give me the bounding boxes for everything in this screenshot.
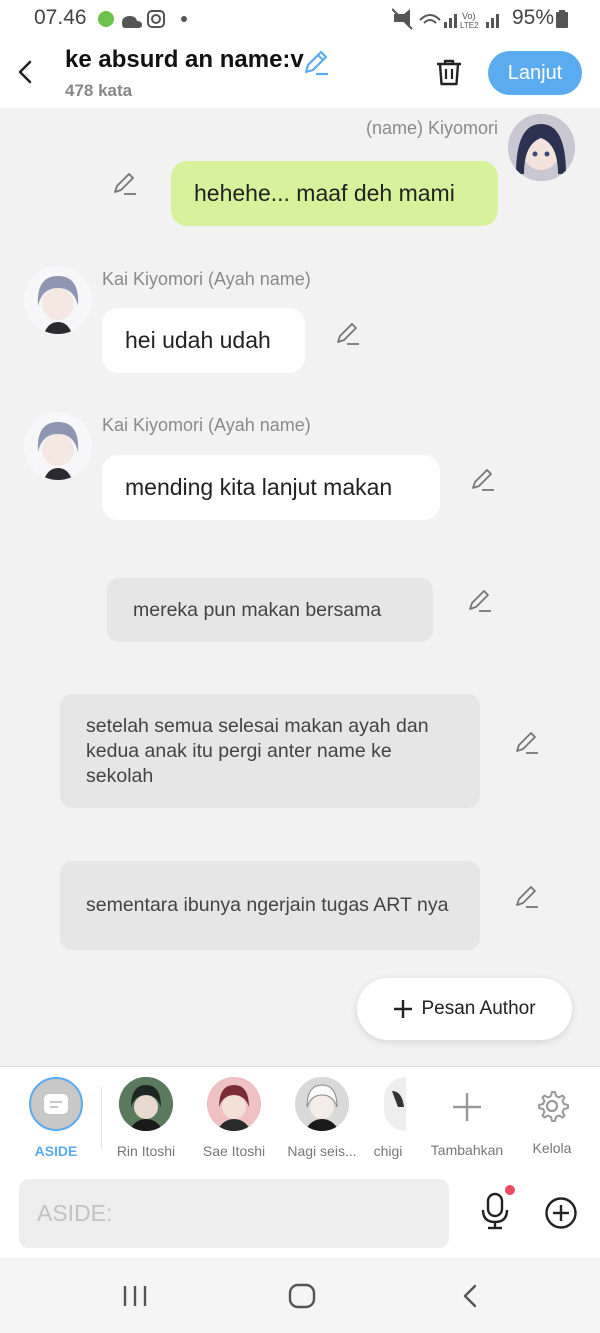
sender-name: (name) Kiyomori [365, 118, 498, 138]
divider [101, 1087, 102, 1149]
avatar [384, 1077, 406, 1131]
edit-message-icon[interactable] [112, 170, 138, 196]
plus-icon [394, 1000, 413, 1018]
character-label: Sae Itoshi [202, 1143, 266, 1159]
notification-icons [98, 10, 187, 28]
edit-message-icon[interactable] [335, 320, 361, 346]
word-count: 478 kata [65, 81, 133, 100]
story-title: ke absurd an name:v [65, 46, 304, 73]
edit-title-icon[interactable] [302, 48, 330, 76]
character-sae-itoshi[interactable]: Sae Itoshi [194, 1077, 274, 1159]
avatar[interactable] [24, 266, 92, 334]
battery-icon [556, 10, 568, 28]
avatar [207, 1077, 261, 1131]
manage-label: Kelola [532, 1140, 572, 1156]
narration-bubble[interactable]: setelah semua selesai makan ayah dan ked… [60, 694, 480, 808]
svg-text:Vo): Vo) [462, 11, 476, 21]
edit-message-icon[interactable] [470, 466, 496, 492]
character-chigi[interactable]: chigi [348, 1077, 428, 1159]
avatar[interactable] [24, 412, 92, 480]
plus-icon [453, 1093, 481, 1121]
message-bubble[interactable]: mending kita lanjut makan [102, 455, 440, 520]
add-character-button[interactable]: Tambahkan [427, 1077, 507, 1158]
message-bubble[interactable]: hehehe... maaf deh mami [171, 161, 498, 226]
add-label: Tambahkan [430, 1142, 504, 1158]
back-arrow-icon[interactable] [14, 58, 38, 86]
manage-button[interactable]: Kelola [512, 1077, 592, 1156]
svg-text:LTE2: LTE2 [460, 21, 479, 30]
battery-level: 95% [512, 6, 555, 29]
author-message-label: Pesan Author [421, 998, 536, 1019]
app-header: ke absurd an name:v 478 kata Lanjut [0, 38, 600, 108]
message-bubble[interactable]: hei udah udah [102, 308, 305, 373]
avatar [295, 1077, 349, 1131]
home-icon[interactable] [288, 1283, 316, 1309]
narration-icon [44, 1094, 68, 1114]
sender-name: Kai Kiyomori (Ayah name) [102, 269, 311, 289]
microphone-icon[interactable] [479, 1184, 515, 1232]
aside-avatar [29, 1077, 83, 1131]
connectivity-icons: Vo) LTE2 [392, 8, 499, 30]
narration-bubble[interactable]: sementara ibunya ngerjain tugas ART nya [60, 861, 480, 950]
status-bar: 07.46 Vo) LTE2 95% [0, 0, 600, 38]
character-label: ASIDE [34, 1143, 78, 1159]
character-rin-itoshi[interactable]: Rin Itoshi [106, 1077, 186, 1159]
character-aside[interactable]: ASIDE [16, 1077, 96, 1159]
gear-icon [538, 1091, 569, 1122]
next-button[interactable]: Lanjut [488, 51, 582, 95]
add-circle-icon[interactable] [544, 1196, 578, 1230]
avatar[interactable] [508, 114, 575, 181]
back-icon[interactable] [460, 1283, 480, 1309]
character-label: Rin Itoshi [116, 1143, 176, 1159]
edit-message-icon[interactable] [514, 729, 540, 755]
author-message-button[interactable]: Pesan Author [357, 978, 572, 1040]
composer-bar: ASIDE: [0, 1170, 600, 1258]
recent-apps-icon[interactable] [122, 1284, 148, 1308]
system-nav-bar [0, 1258, 600, 1333]
character-bar: ASIDE Rin Itoshi Sae Itoshi Nagi seis...… [0, 1066, 600, 1171]
character-label: chigi [373, 1143, 403, 1159]
edit-message-icon[interactable] [514, 883, 540, 909]
message-input[interactable]: ASIDE: [19, 1179, 449, 1248]
status-time: 07.46 [34, 6, 87, 29]
sender-name: Kai Kiyomori (Ayah name) [102, 415, 311, 435]
avatar [119, 1077, 173, 1131]
trash-icon[interactable] [434, 57, 464, 87]
narration-bubble[interactable]: mereka pun makan bersama [107, 578, 433, 642]
edit-message-icon[interactable] [467, 587, 493, 613]
